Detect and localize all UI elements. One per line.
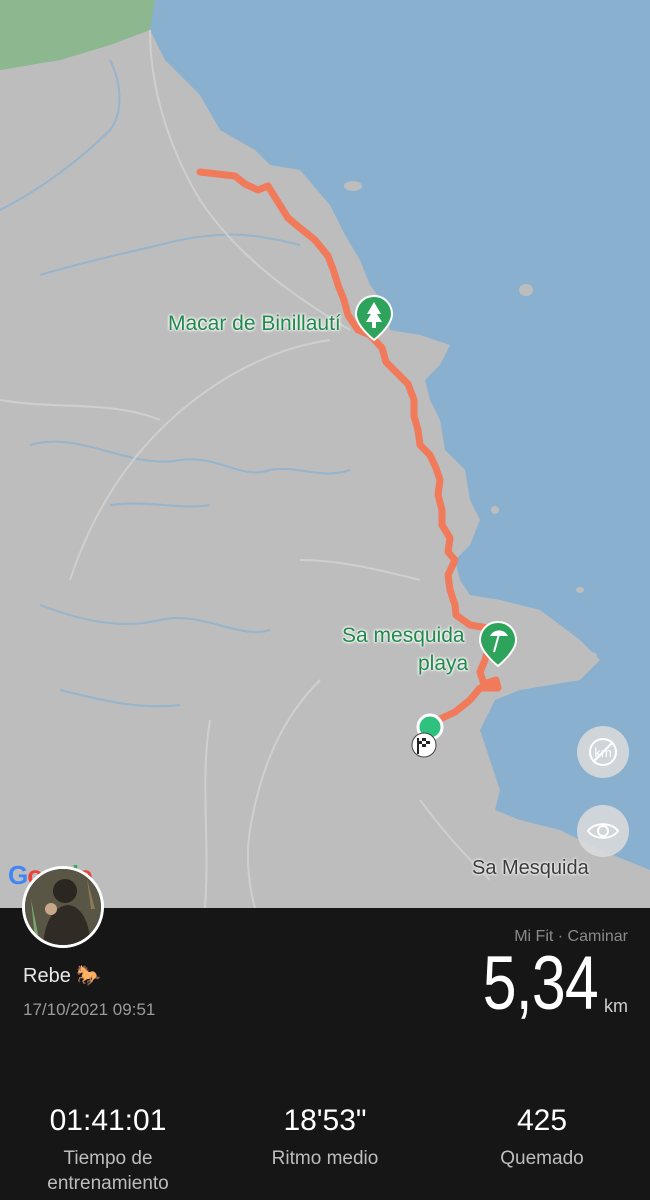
map-canvas[interactable] [0, 0, 650, 908]
visibility-toggle-button[interactable] [577, 805, 629, 857]
distance-markers-toggle-button[interactable]: km [577, 726, 629, 778]
distance-unit: km [604, 996, 628, 1016]
islet [576, 587, 584, 593]
stat-label: Quemado [500, 1148, 584, 1169]
route-map[interactable]: Macar de Binillautí Sa mesquida playa Sa… [0, 0, 650, 908]
avatar[interactable] [22, 866, 104, 948]
islet [587, 652, 597, 660]
distance-markers-toggle-icon: km [589, 738, 617, 766]
poi-label-sa-mesquida-line2[interactable]: playa [418, 652, 468, 676]
distance-value: 5,34 [482, 941, 599, 1026]
stat-duration: 01:41:01 Tiempo de entrenamiento [0, 1104, 216, 1196]
stat-value: 425 [516, 1104, 568, 1137]
town-label: Sa Mesquida [472, 857, 589, 879]
user-name: Rebe 🐎 [23, 965, 102, 987]
poi-label-sa-mesquida[interactable]: Sa mesquida [342, 624, 465, 648]
workout-summary-panel: Rebe 🐎 17/10/2021 09:51 Mi Fit · Caminar… [0, 866, 650, 1200]
stat-value: 18'53" [283, 1104, 367, 1137]
poi-label-macar[interactable]: Macar de Binillautí [168, 312, 341, 336]
stat-label: Tiempo de entrenamiento [47, 1148, 169, 1194]
finish-flag-icon [411, 732, 437, 758]
islet [491, 506, 499, 514]
islet [519, 284, 533, 296]
stat-calories: 425 Quemado [434, 1104, 650, 1171]
islet [344, 181, 362, 191]
workout-datetime: 17/10/2021 09:51 [23, 1000, 156, 1019]
eye-icon [586, 823, 620, 839]
stat-pace: 18'53" Ritmo medio [217, 1104, 433, 1171]
stat-value: 01:41:01 [49, 1104, 167, 1137]
avatar-photo [25, 869, 101, 945]
stat-label: Ritmo medio [271, 1148, 379, 1169]
